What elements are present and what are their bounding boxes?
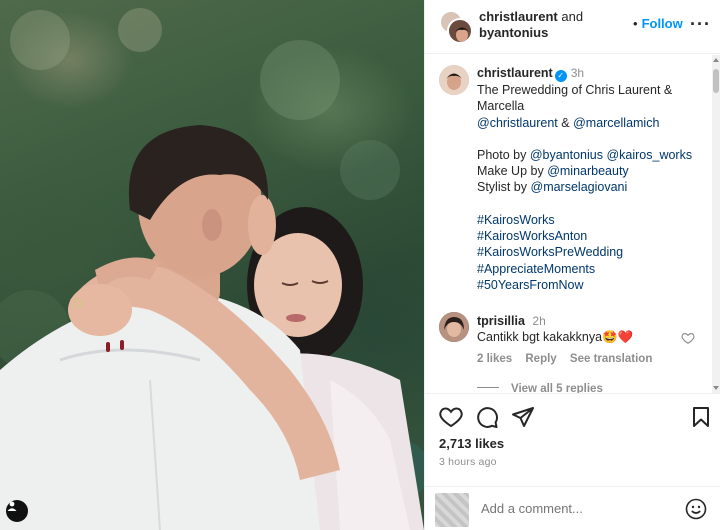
see-translation-button[interactable]: See translation — [570, 353, 652, 365]
hashtag-link[interactable]: #AppreciateMoments — [477, 262, 595, 276]
hashtag-link[interactable]: #KairosWorks — [477, 213, 555, 227]
comment-bubble-icon[interactable] — [475, 406, 499, 433]
mention-link[interactable]: @christlaurent — [477, 116, 558, 130]
scroll-down-icon[interactable] — [713, 386, 719, 390]
post-side-panel: christlaurent and byantonius • Follow ···… — [424, 0, 720, 530]
share-send-icon[interactable] — [511, 406, 535, 433]
couple-photo-illustration — [0, 8, 424, 530]
save-bookmark-icon[interactable] — [691, 406, 711, 433]
post-authors: christlaurent and byantonius — [479, 9, 583, 41]
separator-dot: • — [633, 16, 638, 31]
caption-line: The Prewedding of Chris Laurent & — [477, 83, 673, 97]
comment-text: Cantikk bgt kakakknya🤩❤️ — [477, 330, 634, 344]
avatar — [447, 18, 473, 44]
scroll-up-icon[interactable] — [713, 58, 719, 62]
like-heart-icon[interactable] — [439, 406, 463, 433]
comment-likes[interactable]: 2 likes — [477, 353, 512, 365]
verified-badge-icon: ✓ — [554, 70, 567, 82]
post-actions: 2,713 likes 3 hours ago — [425, 393, 720, 493]
comment-meta: 2 likes Reply See translation — [477, 353, 662, 365]
caption: christlaurent ✓ 3h The Prewedding of Chris… — [477, 65, 705, 293]
caption-line: Marcella — [477, 99, 525, 114]
more-options-icon[interactable]: ··· — [690, 14, 711, 35]
view-replies-label: View all 5 replies — [511, 383, 603, 393]
scrollbar-thumb[interactable] — [713, 69, 719, 93]
caption-amp: & — [561, 115, 570, 130]
post-time[interactable]: 3 hours ago — [439, 456, 497, 468]
mention-link[interactable]: @kairos_works — [606, 148, 692, 162]
comments-scrollbar[interactable] — [712, 55, 720, 393]
makeup-credit-label: Make Up by — [477, 164, 544, 179]
hashtag-link[interactable]: #KairosWorksPreWedding — [477, 245, 623, 259]
hashtag-link[interactable]: #50YearsFromNow — [477, 278, 584, 292]
caption-username[interactable]: christlaurent — [477, 66, 553, 80]
stylist-credit-label: Stylist by — [477, 180, 528, 195]
post-photo[interactable] — [0, 0, 424, 530]
add-comment-bar — [425, 486, 720, 530]
emoji-icon[interactable] — [685, 498, 707, 525]
follow-button[interactable]: • Follow — [633, 16, 683, 31]
caption-time[interactable]: 3h — [571, 66, 584, 80]
mention-link[interactable]: @marcellamich — [573, 116, 659, 130]
avatar[interactable] — [439, 312, 469, 342]
author-username[interactable]: christlaurent — [479, 9, 558, 24]
post-header: christlaurent and byantonius • Follow ··· — [425, 0, 720, 54]
avatar[interactable] — [439, 65, 469, 95]
comment: tprisillia 2h Cantikk bgt kakakknya🤩❤️ — [477, 313, 677, 345]
replies-line — [477, 387, 499, 388]
avatar — [435, 493, 469, 527]
likes-count[interactable]: 2,713 likes — [439, 436, 504, 451]
mention-link[interactable]: @minarbeauty — [547, 164, 628, 178]
follow-label: Follow — [641, 16, 683, 31]
mention-link[interactable]: @marselagiovani — [531, 180, 628, 194]
and-text: and — [561, 9, 584, 24]
comments-list[interactable]: christlaurent ✓ 3h The Prewedding of Chris… — [425, 55, 720, 393]
comment-time[interactable]: 2h — [532, 314, 545, 328]
tagged-users-icon[interactable] — [6, 500, 28, 522]
reply-button[interactable]: Reply — [525, 353, 556, 365]
view-replies-button[interactable]: View all 5 replies — [477, 383, 603, 393]
coauthor-username[interactable]: byantonius — [479, 25, 548, 40]
hashtag-link[interactable]: #KairosWorksAnton — [477, 229, 587, 243]
add-comment-input[interactable] — [481, 501, 671, 516]
photo-credit-label: Photo by — [477, 147, 527, 162]
collab-avatars[interactable] — [439, 10, 473, 44]
like-comment-heart-icon[interactable] — [681, 331, 695, 350]
comment-username[interactable]: tprisillia — [477, 314, 525, 328]
mention-link[interactable]: @byantonius — [530, 148, 603, 162]
